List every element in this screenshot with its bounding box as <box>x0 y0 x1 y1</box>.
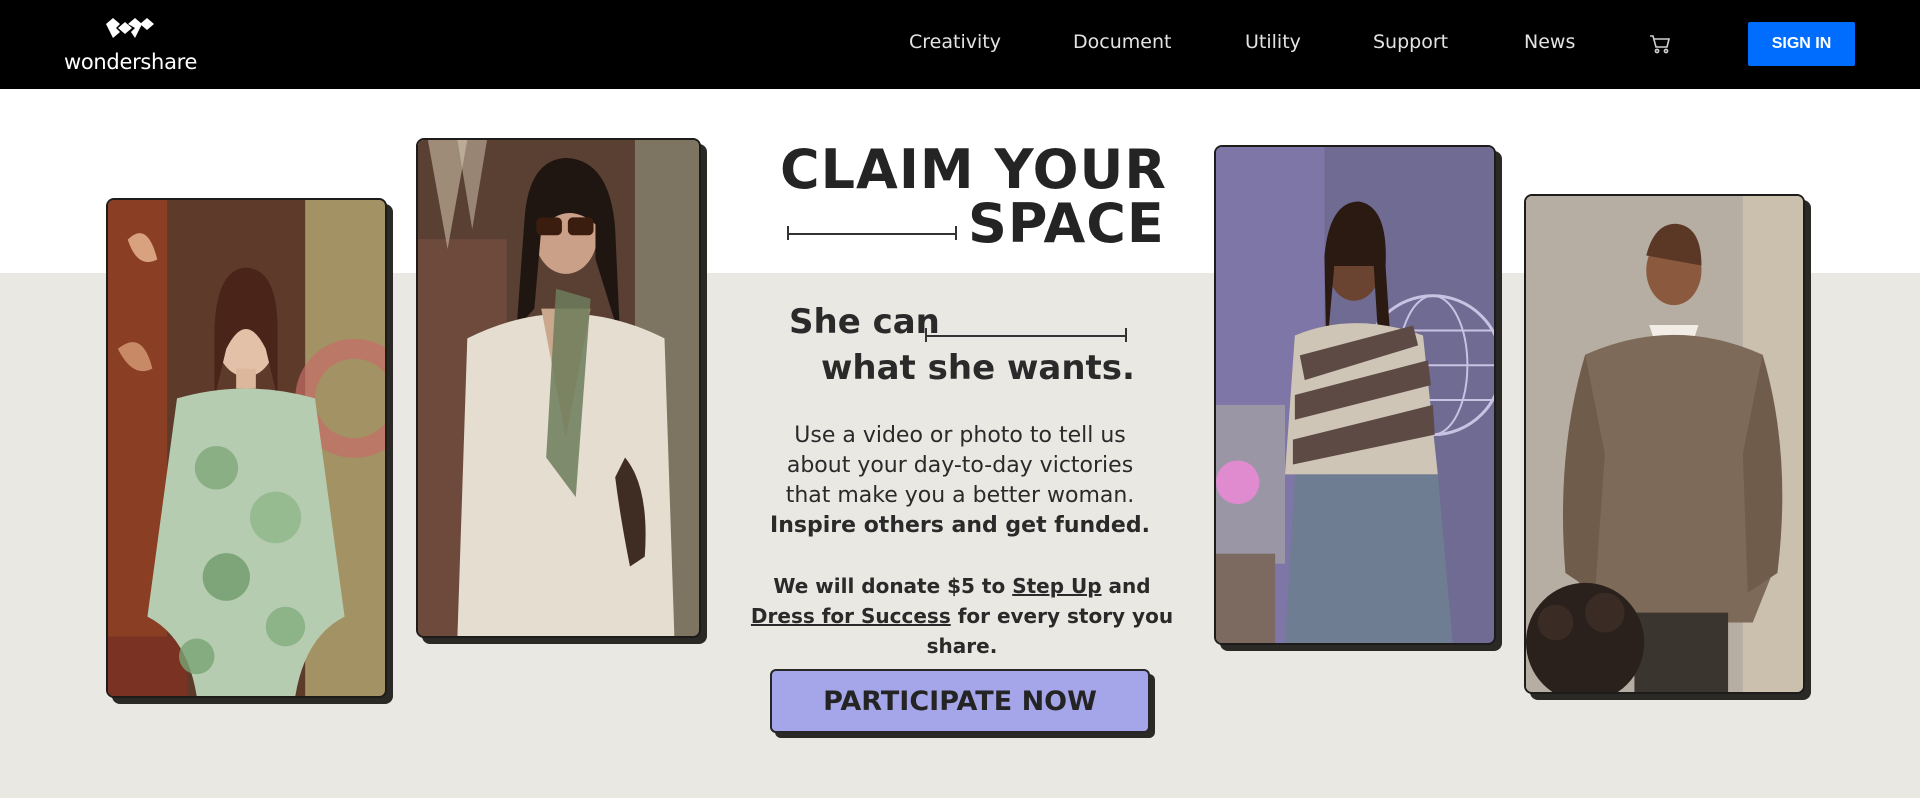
donation-and: and <box>1108 574 1151 598</box>
hero-title-line2: SPACE <box>968 192 1165 255</box>
photo-woman-striped-top-jeans <box>1214 145 1496 645</box>
photo-woman-white-blazer-sunglasses <box>416 138 701 638</box>
donation-note: We will donate $5 to Step Up and Dress f… <box>742 571 1182 661</box>
subtitle-line1: She can <box>789 302 940 342</box>
photo-card-4 <box>1524 194 1811 700</box>
participate-cta: PARTICIPATE NOW <box>770 669 1155 738</box>
hero-description: Use a video or photo to tell us about yo… <box>740 421 1180 541</box>
title-blank-line <box>787 226 957 240</box>
description-line1: Use a video or photo to tell us <box>794 423 1126 448</box>
nav-item-support[interactable]: Support <box>1373 31 1448 53</box>
participate-now-button[interactable]: PARTICIPATE NOW <box>770 669 1150 733</box>
sign-in-button[interactable]: SIGN IN <box>1748 22 1855 66</box>
nav-item-document[interactable]: Document <box>1073 31 1171 53</box>
top-navbar: wondershare Creativity Document Utility … <box>0 0 1920 89</box>
wondershare-diamond-mark-icon <box>104 18 160 50</box>
description-line3: that make you a better woman. <box>785 483 1135 508</box>
photo-woman-brown-sweater-dog <box>1524 194 1805 694</box>
wondershare-logo[interactable]: wondershare <box>64 18 204 76</box>
donation-prefix: We will donate $5 to <box>773 574 1006 598</box>
description-emphasis: Inspire others and get funded. <box>770 513 1150 538</box>
photo-woman-green-floral-dress <box>106 198 387 698</box>
dress-for-success-link[interactable]: Dress for Success <box>751 604 951 628</box>
subtitle-blank-line <box>925 328 1127 342</box>
photo-card-3 <box>1214 145 1502 651</box>
photo-card-2 <box>416 138 707 644</box>
nav-item-creativity[interactable]: Creativity <box>909 31 1001 53</box>
photo-card-1 <box>106 198 393 704</box>
description-line2: about your day-to-day victories <box>786 453 1134 478</box>
cart-icon[interactable] <box>1648 32 1672 60</box>
step-up-link[interactable]: Step Up <box>1012 574 1101 598</box>
nav-item-utility[interactable]: Utility <box>1245 31 1301 53</box>
brand-name: wondershare <box>64 50 198 74</box>
nav-item-news[interactable]: News <box>1524 31 1575 53</box>
subtitle-line2: what she wants. <box>821 348 1135 388</box>
donation-suffix: for every story you share. <box>926 604 1174 658</box>
